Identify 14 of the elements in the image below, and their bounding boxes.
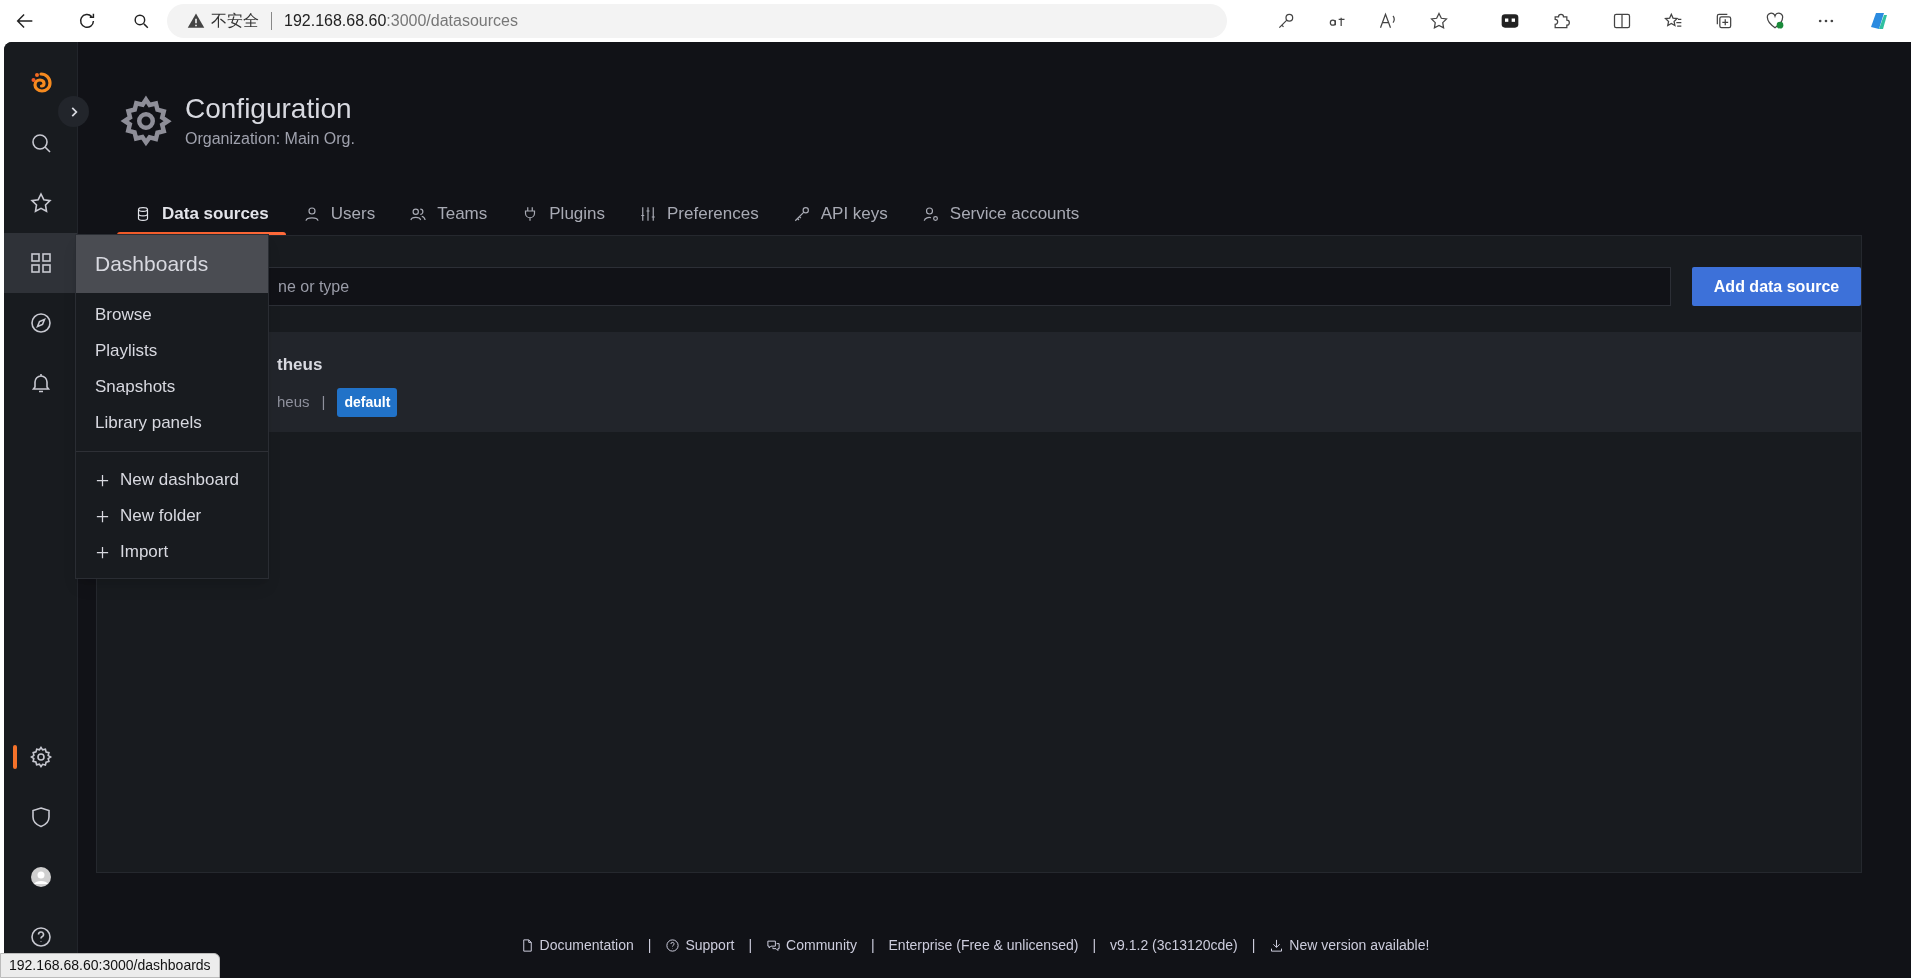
separator: | — [1092, 936, 1097, 955]
status-url-tooltip: 192.168.68.60:3000/dashboards — [0, 953, 220, 978]
security-label: 不安全 — [211, 11, 259, 31]
page-subtitle: Organization: Main Org. — [185, 129, 355, 149]
default-badge: default — [337, 387, 398, 417]
page-title: Configuration — [185, 92, 353, 126]
datasource-type: heus — [277, 391, 310, 412]
separator: | — [1251, 936, 1256, 955]
url-text: 192.168.68.60:3000/datasources — [284, 11, 518, 31]
separator: | — [321, 391, 326, 412]
separator: | — [647, 936, 652, 955]
separator: | — [870, 936, 875, 955]
separator: | — [748, 936, 753, 955]
datasource-name: theus — [277, 354, 324, 376]
